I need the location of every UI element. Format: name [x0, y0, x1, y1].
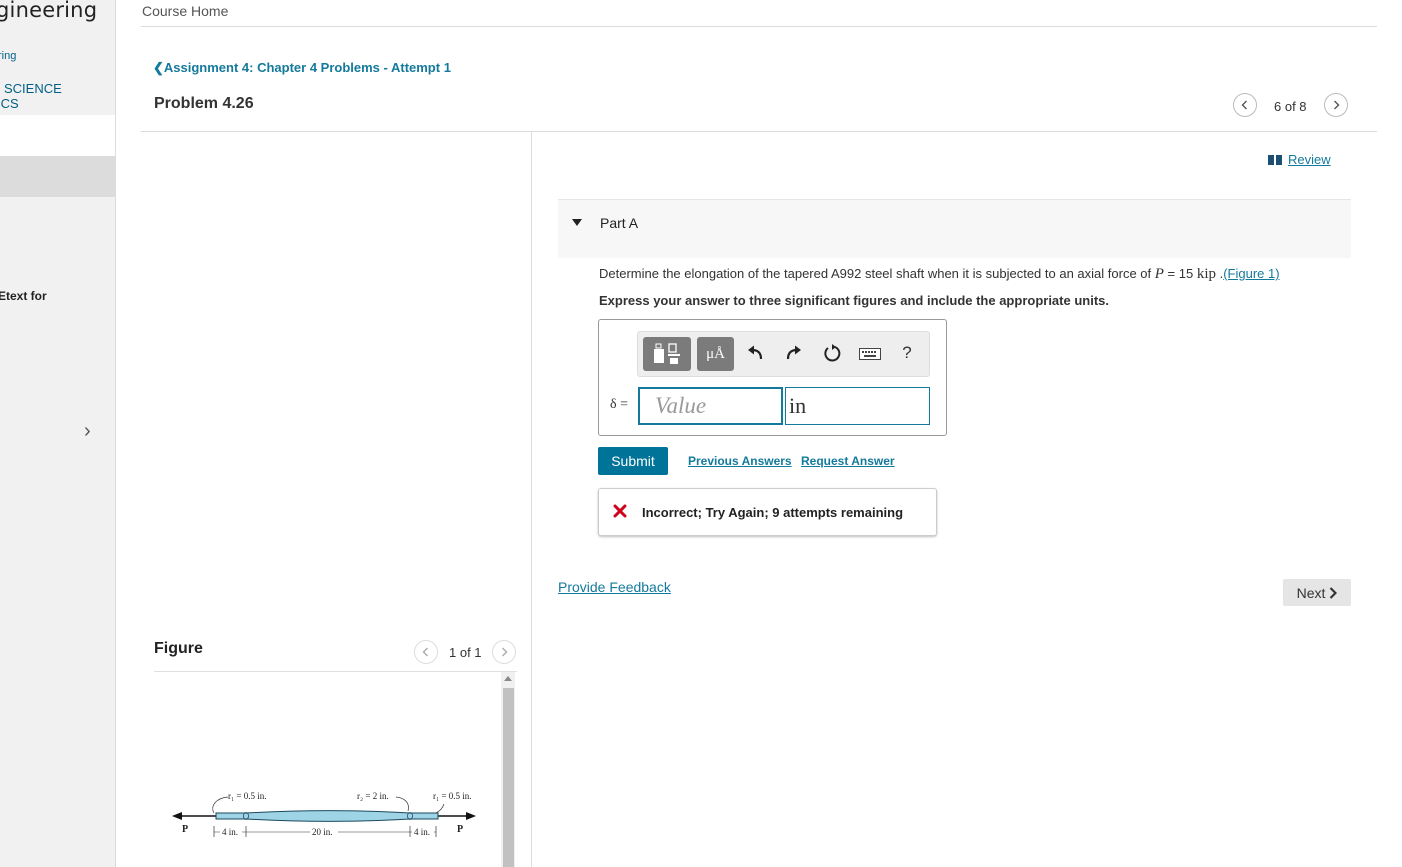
- undo-icon: [748, 345, 763, 360]
- answer-variable-label: δ =: [610, 397, 628, 412]
- figure-counter: 1 of 1: [449, 645, 482, 660]
- question-variable: P: [1154, 266, 1164, 282]
- question-text: Determine the elongation of the tapered …: [599, 266, 1280, 283]
- chevron-right-icon: [502, 647, 508, 657]
- len-right-label: 4 in.: [414, 827, 430, 837]
- shaft-body: [215, 810, 439, 822]
- unit-input[interactable]: [785, 387, 930, 425]
- previous-figure-button[interactable]: [414, 640, 438, 664]
- problem-title: Problem 4.26: [154, 95, 254, 112]
- load-p-left: P: [182, 824, 188, 835]
- chevron-left-icon: [1241, 100, 1247, 110]
- figure-title: Figure: [154, 640, 203, 657]
- feedback-status-text: Incorrect; Try Again; 9 attempts remaini…: [642, 505, 904, 520]
- provide-feedback-link[interactable]: Provide Feedback: [558, 579, 671, 595]
- sidebar-brand: gineering: [0, 0, 98, 22]
- part-a-title: Part A: [600, 215, 639, 231]
- r1-left-label: r₁ = 0.5 in.: [228, 791, 266, 801]
- assignment-back-label: Assignment 4: Chapter 4 Problems - Attem…: [163, 60, 451, 75]
- pane-divider: [531, 132, 532, 867]
- sidebar-course-line1[interactable]: SCIENCE: [4, 81, 62, 96]
- submit-button[interactable]: Submit: [598, 447, 668, 475]
- left-force-arrowhead: [172, 812, 182, 820]
- chevron-left-icon: [422, 647, 428, 657]
- r1-right-leader: [435, 803, 445, 814]
- load-p-right: P: [457, 824, 463, 835]
- units-button[interactable]: μÅ: [697, 337, 734, 371]
- reset-icon: [824, 344, 841, 362]
- reset-button[interactable]: [822, 343, 842, 363]
- chevron-right-icon: [1330, 586, 1338, 599]
- course-home-link[interactable]: Course Home: [142, 3, 228, 19]
- book-icon: [1268, 154, 1282, 165]
- redo-button[interactable]: [783, 343, 803, 363]
- review-link[interactable]: Review: [1268, 152, 1331, 167]
- keyboard-icon: [859, 348, 881, 360]
- top-divider: [141, 26, 1377, 27]
- sidebar-item-blank[interactable]: [0, 115, 115, 156]
- r1-right-label: r₁ = 0.5 in.: [433, 791, 471, 801]
- redo-icon: [786, 345, 801, 360]
- r2-leader: [395, 796, 409, 812]
- chevron-left-icon: ❮: [153, 60, 164, 75]
- part-a-header[interactable]: [558, 199, 1351, 258]
- keyboard-button[interactable]: [858, 346, 882, 362]
- next-figure-button[interactable]: [492, 640, 516, 664]
- question-equals: = 15: [1163, 266, 1197, 281]
- right-force-arrowhead: [466, 812, 476, 820]
- tapered-shaft-figure: P P r₁ = 0.5 in. r₂ = 2 in. r₁ = 0.5 in.…: [172, 791, 476, 837]
- incorrect-x-icon: [613, 504, 627, 518]
- assignment-back-link[interactable]: ❮Assignment 4: Chapter 4 Problems - Atte…: [153, 60, 451, 76]
- instruction-text: Express your answer to three significant…: [599, 293, 1109, 308]
- next-button[interactable]: Next: [1283, 579, 1351, 606]
- len-left-label: 4 in.: [222, 827, 238, 837]
- r1-left-leader: [212, 796, 229, 814]
- figure-link[interactable]: (Figure 1): [1223, 266, 1279, 281]
- question-prefix: Determine the elongation of the tapered …: [599, 266, 1155, 281]
- left-sidebar: gineering ring SCIENCE ICS Etext for r ›: [0, 0, 116, 867]
- sidebar-subtitle[interactable]: ring: [0, 50, 16, 62]
- scroll-up-arrow-icon[interactable]: [504, 676, 512, 681]
- r2-label: r₂ = 2 in.: [357, 791, 389, 801]
- review-label: Review: [1288, 152, 1331, 167]
- chevron-right-icon[interactable]: ›: [84, 420, 91, 443]
- undo-button[interactable]: [746, 343, 766, 363]
- next-problem-button[interactable]: [1324, 93, 1348, 117]
- help-button[interactable]: ?: [899, 343, 915, 363]
- figure-divider: [154, 671, 517, 672]
- question-unit: kip: [1196, 266, 1216, 282]
- value-input[interactable]: [638, 387, 783, 425]
- previous-answers-link[interactable]: Previous Answers: [688, 454, 792, 468]
- next-label: Next: [1296, 584, 1326, 601]
- sidebar-course-line2[interactable]: ICS: [0, 96, 19, 111]
- collapse-triangle-icon[interactable]: [572, 219, 582, 226]
- template-icon: [654, 343, 680, 364]
- sidebar-etext-line1[interactable]: Etext for: [0, 289, 47, 303]
- figure-scrollbar-thumb[interactable]: [503, 688, 514, 867]
- template-button[interactable]: [643, 337, 691, 371]
- chevron-right-icon: [1334, 100, 1340, 110]
- previous-problem-button[interactable]: [1233, 93, 1257, 117]
- len-mid-label: 20 in.: [312, 827, 333, 837]
- request-answer-link[interactable]: Request Answer: [801, 454, 895, 468]
- sidebar-item-active[interactable]: [0, 156, 115, 197]
- problem-counter: 6 of 8: [1274, 99, 1307, 114]
- header-divider: [141, 131, 1377, 132]
